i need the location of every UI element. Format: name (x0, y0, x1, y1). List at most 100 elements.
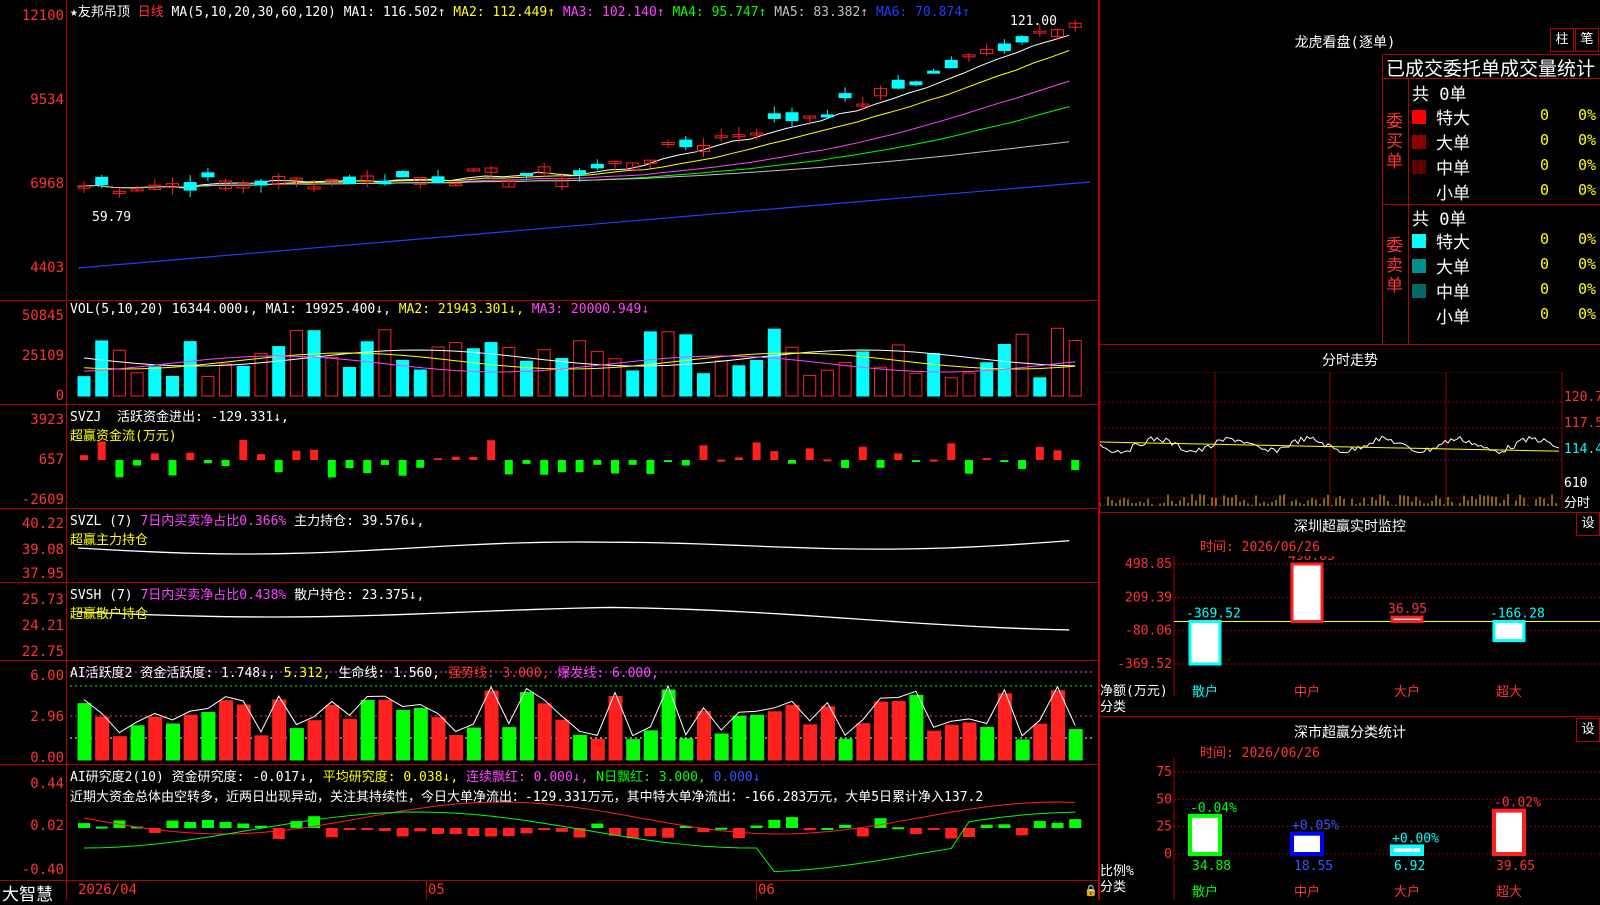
svzl-ytick: 37.95 (21, 566, 64, 582)
x-axis-tick (426, 880, 427, 900)
volume-bar (927, 353, 941, 397)
activity-bar (891, 700, 906, 761)
svzj-bar (522, 460, 531, 464)
buy-row-color-swatch (1412, 110, 1426, 124)
svzj-bar (168, 460, 177, 476)
svzl-label[interactable]: SVZL (7) (70, 514, 133, 529)
activity-bar (343, 718, 357, 761)
ai-active-label[interactable]: AI活跃度2 (70, 666, 132, 681)
sell-row-pct: 0% (1578, 280, 1597, 298)
star-icon[interactable]: ★ (70, 5, 78, 20)
vol-ytick: 25109 (21, 348, 64, 364)
activity-bar (555, 719, 570, 761)
activity-bar (148, 716, 163, 761)
trade-view-tab[interactable]: 笔 (1575, 28, 1599, 52)
activity-bar (289, 728, 304, 761)
intraday-ytick: 610 (1564, 476, 1588, 491)
svzj-bar (186, 452, 195, 460)
sell-row-color-swatch (1412, 259, 1426, 273)
panel-divider (0, 764, 1098, 765)
monitor-chart[interactable]: 498.85 209.39 -80.06 -369.52 -369.52 散户 498.85… (1100, 556, 1600, 716)
svsh-header: SVSH (7) 7日内买卖净占比0.438% 散户持仓: 23.375↓, 超… (70, 584, 424, 622)
kline-ytick: 6968 (30, 176, 64, 192)
research-bar (1069, 819, 1082, 828)
volume-bar (732, 365, 746, 397)
avg-research-value: 平均研究度: 0.038↓, (322, 770, 459, 785)
research-bar (1016, 828, 1029, 836)
volume-bar (767, 328, 781, 397)
candle-body (431, 176, 445, 183)
volume-bar (750, 359, 764, 397)
svzj-bar (115, 460, 124, 478)
classify-ytick: 0 (1164, 847, 1172, 862)
classify-ytick: 50 (1156, 792, 1172, 807)
kline-chart-canvas[interactable] (0, 0, 1100, 900)
candle-body (927, 70, 941, 74)
activity-bar (573, 734, 588, 761)
research-bar (750, 825, 763, 828)
classify-chart[interactable]: 75 50 25 0 -0.04% 34.88 散户 +0.05% 18.55 中户 +0.00% 6… (1100, 758, 1600, 900)
ai-research-label[interactable]: AI研究度2(10) (70, 770, 164, 785)
research-comment: 近期大资金总体由空转多，近两日出现异动，关注其持续性，今日大单净流出：-129.… (70, 790, 984, 805)
volume-bar (1068, 339, 1082, 397)
buy-row-color-swatch (1412, 160, 1426, 174)
svsh-ytick: 24.21 (21, 618, 64, 634)
svsh-ytick: 22.75 (21, 644, 64, 660)
vol-value: 16344.000↓, (171, 302, 258, 317)
activity-bar (77, 703, 92, 761)
svzl-ytick: 40.22 (21, 516, 64, 532)
candle-body (1015, 36, 1029, 43)
candle-body (820, 114, 834, 118)
vol-label[interactable]: VOL(5,10,20) (70, 302, 164, 317)
n-day-red-value: N日飘红: 3.000, (596, 770, 706, 785)
classify-ytick: 25 (1156, 820, 1172, 835)
activity-bar (750, 714, 765, 761)
research-bar (325, 828, 338, 838)
monitor-bar-label: 498.85 (1288, 556, 1335, 564)
svsh-label[interactable]: SVSH (7) (70, 588, 133, 603)
candle-body (573, 170, 587, 176)
sell-orders-label: 委卖单 (1386, 236, 1403, 296)
ai-research-ytick: 0.44 (30, 776, 64, 792)
volume-bar (166, 375, 179, 397)
stock-name[interactable]: 友邦吊顶 (78, 5, 130, 20)
monitor-title: 深圳超赢实时监控 (1294, 519, 1406, 535)
activity-bar (325, 704, 340, 761)
lock-icon[interactable]: 🔒 (1084, 884, 1098, 897)
ai-active-value: 资金活跃度: 1.748↓, (140, 666, 276, 681)
monitor-category: 大户 (1394, 684, 1420, 700)
classify-value-label: 39.65 (1496, 859, 1535, 874)
activity-bar (643, 730, 658, 761)
volume-bar (590, 351, 604, 397)
volume-bar (466, 348, 480, 397)
intraday-chart[interactable] (1100, 372, 1600, 508)
monitor-settings-button[interactable]: 设 (1576, 512, 1600, 536)
classify-change-label: +0.05% (1292, 819, 1339, 834)
activity-bar (183, 714, 198, 761)
svzj-bar (487, 440, 496, 460)
svzj-label[interactable]: SVZJ (70, 410, 101, 425)
classify-title: 深市超赢分类统计 (1294, 725, 1406, 741)
ma1-value: MA1: 116.502↑ (343, 5, 446, 20)
svzj-ytick: -2609 (21, 492, 64, 508)
classify-settings-button[interactable]: 设 (1576, 718, 1600, 742)
svzj-bar (628, 460, 637, 465)
monitor-category: 超大 (1496, 685, 1522, 700)
period-label[interactable]: 日线 (138, 5, 164, 20)
bar-view-tab[interactable]: 柱 (1550, 28, 1574, 52)
monitor-ytick: -80.06 (1125, 624, 1172, 639)
monitor-time: 时间: 2026/06/26 (1200, 540, 1320, 555)
activity-bar (962, 722, 977, 761)
activity-bar (112, 736, 127, 761)
research-bar (184, 821, 197, 828)
activity-bar (236, 704, 251, 761)
svzj-bar (1018, 460, 1027, 470)
ma4-value: MA4: 95.747↑ (672, 5, 767, 20)
activity-bar (1068, 729, 1083, 761)
research-value: 资金研究度: -0.017↓, (171, 770, 315, 785)
ai-active-ytick: 0.00 (30, 750, 64, 766)
activity-bar (856, 723, 871, 761)
buy-row-pct: 0% (1578, 156, 1597, 174)
svzj-bar (1035, 446, 1044, 460)
svzj-ytick: 657 (38, 452, 64, 468)
